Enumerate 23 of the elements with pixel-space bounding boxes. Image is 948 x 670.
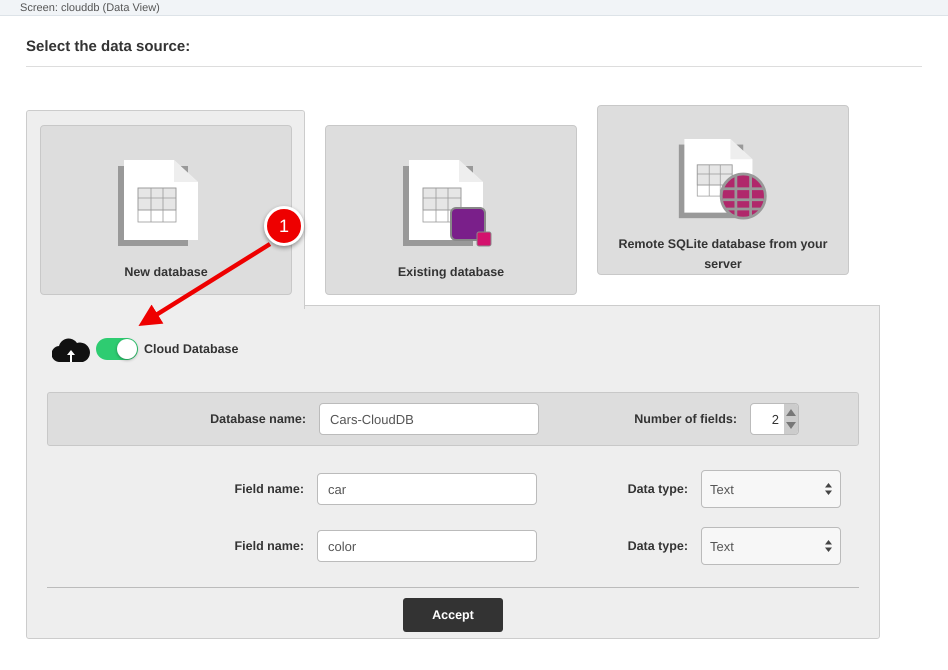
field-label: Field name:: [234, 482, 304, 496]
field-label: Number of fields:: [633, 412, 737, 426]
spinner-arrows-icon: [784, 404, 798, 434]
select-caret-icon: [825, 483, 832, 495]
field-label: Field name:: [234, 539, 304, 553]
field-label: Data type:: [626, 482, 688, 496]
data-type-select[interactable]: Text: [701, 470, 841, 508]
select-caret-icon: [825, 540, 832, 552]
data-source-tab[interactable]: Remote SQLite database from your server: [597, 105, 849, 275]
data-source-tab[interactable]: Existing database: [325, 125, 577, 295]
data-type-select[interactable]: Text: [701, 527, 841, 565]
cloud-upload-icon: [52, 336, 90, 362]
cloud-database-label: Cloud Database: [144, 342, 238, 356]
field-name-input[interactable]: color: [317, 530, 537, 562]
field-name-input[interactable]: car: [317, 473, 537, 505]
number-of-fields-spinner[interactable]: 2: [750, 403, 799, 435]
database-name-input[interactable]: Cars-CloudDB: [319, 403, 539, 435]
section-heading: Select the data source:: [26, 38, 922, 67]
field-label: Database name:: [209, 412, 306, 426]
cloud-database-switch[interactable]: [96, 338, 138, 360]
field-label: Data type:: [626, 539, 688, 553]
screen-title: Screen: clouddb (Data View): [20, 2, 160, 15]
accept-button[interactable]: Accept: [403, 598, 503, 632]
